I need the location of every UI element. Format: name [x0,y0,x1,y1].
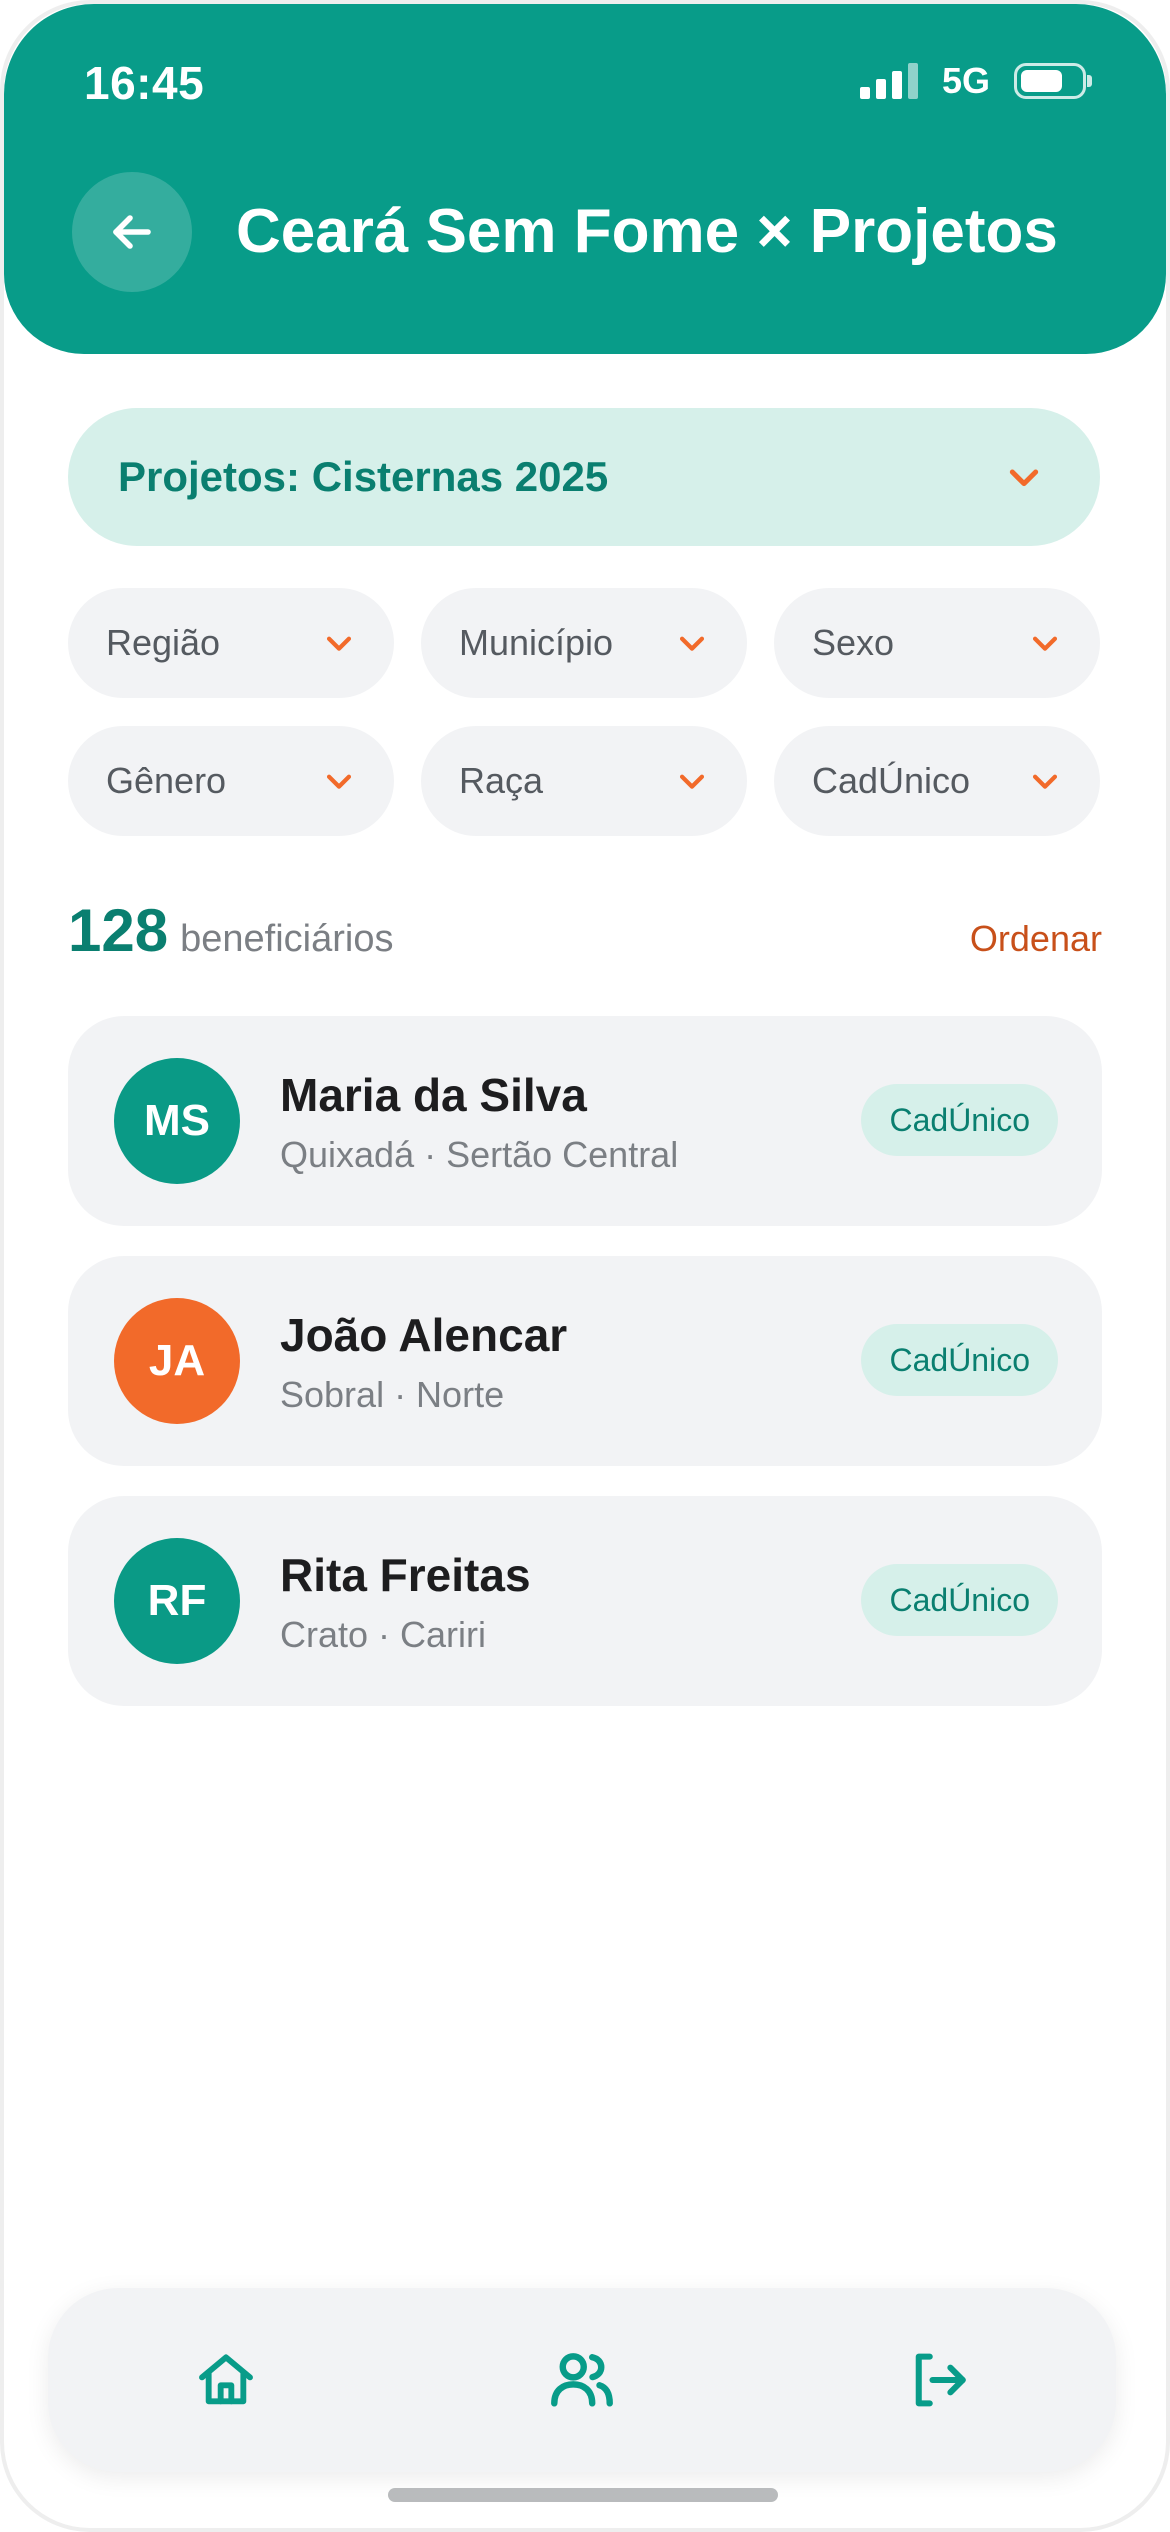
project-dropdown-label: Projetos: Cisternas 2025 [118,453,609,500]
page-title: Ceará Sem Fome × Projetos [236,197,1058,266]
cadunico-badge: CadÚnico [861,1084,1058,1156]
beneficiary-name: João Alencar [280,1309,568,1361]
results-unit: beneficiários [180,918,394,960]
filter-label: Município [459,622,614,663]
filter-sexo[interactable]: Sexo [774,588,1100,698]
beneficiary-list: MS Maria da Silva Quixadá · Sertão Centr… [68,1016,1102,1736]
avatar: RF [114,1538,240,1664]
filter-raca[interactable]: Raça [421,726,747,836]
results-summary: 128 beneficiários Ordenar [68,896,1102,965]
filter-label: CadÚnico [812,760,971,801]
network-label: 5G [941,60,990,101]
battery-icon [1014,63,1092,99]
arrow-left-icon [113,215,151,249]
filter-genero[interactable]: Gênero [68,726,394,836]
beneficiary-location: Sobral · Norte [280,1374,505,1415]
bottom-tab-bar [48,2288,1116,2472]
cadunico-badge: CadÚnico [861,1324,1058,1396]
avatar: JA [114,1298,240,1424]
beneficiary-location: Quixadá · Sertão Central [280,1134,679,1175]
filter-regiao[interactable]: Região [68,588,394,698]
app-header: 16:45 5G Ceará Sem Fome × Projetos [4,4,1166,354]
filter-label: Região [106,622,221,663]
filter-label: Sexo [812,622,895,663]
status-time: 16:45 [84,57,205,109]
phone-screen: 16:45 5G Ceará Sem Fome × Projetos Proje… [0,0,1170,2532]
results-count: 128 [68,897,169,964]
beneficiary-card[interactable]: MS Maria da Silva Quixadá · Sertão Centr… [68,1016,1102,1226]
beneficiary-location: Crato · Cariri [280,1614,487,1655]
logout-icon [915,2353,966,2407]
tab-users[interactable] [512,2310,652,2450]
beneficiary-name: Rita Freitas [280,1549,531,1601]
home-indicator [388,2488,778,2502]
home-icon [199,2354,253,2405]
cadunico-badge: CadÚnico [861,1564,1058,1636]
sort-button[interactable]: Ordenar [970,918,1102,960]
filter-label: Raça [459,760,544,801]
chevron-down-icon [1009,469,1039,487]
project-dropdown[interactable]: Projetos: Cisternas 2025 [68,408,1100,546]
chevron-down-icon [326,636,352,651]
chevron-down-icon [1032,774,1058,789]
chevron-down-icon [1032,636,1058,651]
signal-icon [859,63,918,99]
chevron-down-icon [326,774,352,789]
results-count-group: 128 beneficiários [68,896,393,965]
back-button[interactable] [72,172,192,292]
beneficiary-card[interactable]: JA João Alencar Sobral · Norte CadÚnico [68,1256,1102,1466]
filter-municipio[interactable]: Município [421,588,747,698]
beneficiary-name: Maria da Silva [280,1069,587,1121]
filter-cadunico[interactable]: CadÚnico [774,726,1100,836]
tab-home[interactable] [156,2310,296,2450]
chevron-down-icon [679,636,705,651]
filter-label: Gênero [106,760,227,801]
status-indicators: 5G [859,60,1092,102]
avatar: MS [114,1058,240,1184]
filter-grid: Região Município Sexo Gênero Raça CadÚni… [68,588,1100,836]
beneficiary-card[interactable]: RF Rita Freitas Crato · Cariri CadÚnico [68,1496,1102,1706]
users-icon [551,2353,613,2407]
chevron-down-icon [679,774,705,789]
tab-logout[interactable] [868,2310,1008,2450]
